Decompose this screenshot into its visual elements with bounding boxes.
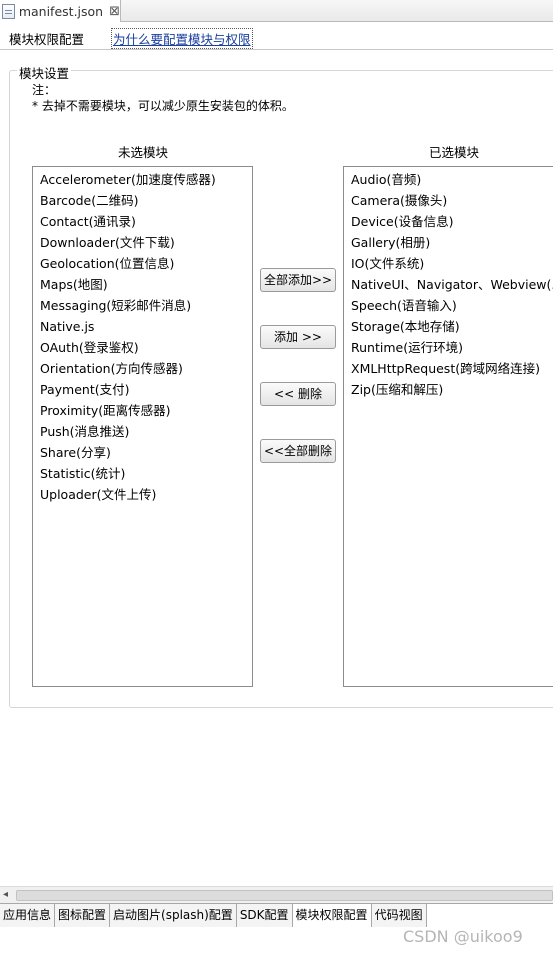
note-label: 注： bbox=[32, 83, 57, 97]
unselected-module-item[interactable]: Accelerometer(加速度传感器) bbox=[33, 169, 252, 190]
unselected-module-item[interactable]: Contact(通讯录) bbox=[33, 211, 252, 232]
page-header: 模块权限配置 为什么要配置模块与权限 bbox=[0, 22, 553, 50]
unselected-module-item[interactable]: Uploader(文件上传) bbox=[33, 484, 252, 505]
unselected-module-item[interactable]: Proximity(距离传感器) bbox=[33, 400, 252, 421]
add-all-button[interactable]: 全部添加>> bbox=[260, 268, 336, 292]
file-icon bbox=[2, 3, 15, 19]
selected-module-item[interactable]: Speech(语音输入) bbox=[344, 295, 553, 316]
selected-module-item[interactable]: Zip(压缩和解压) bbox=[344, 379, 553, 400]
selected-module-item[interactable]: Device(设备信息) bbox=[344, 211, 553, 232]
group-title: 模块设置 bbox=[17, 63, 72, 82]
editor-tab-bar: manifest.json ⊠ bbox=[0, 0, 553, 22]
selected-module-item[interactable]: IO(文件系统) bbox=[344, 253, 553, 274]
scroll-left-icon[interactable]: ◂ bbox=[3, 889, 8, 900]
file-tab-manifest[interactable]: manifest.json ⊠ bbox=[0, 0, 121, 22]
horizontal-scrollbar[interactable]: ◂ bbox=[0, 886, 553, 903]
selected-module-item[interactable]: Runtime(运行环境) bbox=[344, 337, 553, 358]
unselected-module-item[interactable]: Native.js bbox=[33, 316, 252, 337]
bottom-tab[interactable]: 图标配置 bbox=[55, 904, 111, 927]
editor-page-tabs: 应用信息 图标配置 启动图片(splash)配置 SDK配置 模块权限配置 代码视图 bbox=[0, 903, 553, 927]
remove-all-button[interactable]: <<全部删除 bbox=[260, 439, 336, 463]
unselected-module-item[interactable]: Payment(支付) bbox=[33, 379, 252, 400]
unselected-module-item[interactable]: Push(消息推送) bbox=[33, 421, 252, 442]
unselected-module-item[interactable]: Messaging(短彩邮件消息) bbox=[33, 295, 252, 316]
unselected-module-item[interactable]: Share(分享) bbox=[33, 442, 252, 463]
selected-module-item[interactable]: Gallery(相册) bbox=[344, 232, 553, 253]
unselected-module-item[interactable]: Barcode(二维码) bbox=[33, 190, 252, 211]
file-tab-name: manifest.json bbox=[18, 3, 104, 19]
watermark: CSDN @uikoo9 bbox=[403, 927, 523, 946]
note-text: * 去掉不需要模块，可以减少原生安装包的体积。 bbox=[32, 99, 294, 113]
bottom-tab[interactable]: 模块权限配置 bbox=[292, 904, 372, 927]
selected-module-item[interactable]: Camera(摄像头) bbox=[344, 190, 553, 211]
unselected-module-item[interactable]: Statistic(统计) bbox=[33, 463, 252, 484]
bottom-tab[interactable]: 代码视图 bbox=[371, 904, 427, 927]
unselected-module-item[interactable]: OAuth(登录鉴权) bbox=[33, 337, 252, 358]
unselected-module-item[interactable]: Downloader(文件下载) bbox=[33, 232, 252, 253]
bottom-tab[interactable]: SDK配置 bbox=[236, 904, 293, 927]
selected-module-item[interactable]: NativeUI、Navigator、Webview(... bbox=[344, 274, 553, 295]
unselected-module-item[interactable]: Orientation(方向传感器) bbox=[33, 358, 252, 379]
bottom-tab[interactable]: 启动图片(splash)配置 bbox=[110, 904, 237, 927]
selected-module-item[interactable]: Storage(本地存储) bbox=[344, 316, 553, 337]
add-button[interactable]: 添加 >> bbox=[260, 325, 336, 349]
unselected-modules-label: 未选模块 bbox=[118, 145, 169, 160]
bottom-tab[interactable]: 应用信息 bbox=[0, 904, 56, 927]
unselected-module-item[interactable]: Maps(地图) bbox=[33, 274, 252, 295]
remove-button[interactable]: << 删除 bbox=[260, 382, 336, 406]
scrollbar-thumb[interactable] bbox=[16, 890, 553, 901]
selected-modules-list[interactable]: Audio(音频) Camera(摄像头) Device(设备信息) Gallery(… bbox=[343, 166, 553, 687]
selected-modules-label: 已选模块 bbox=[429, 145, 480, 160]
unselected-modules-list[interactable]: Accelerometer(加速度传感器) Barcode(二维码) Contact… bbox=[32, 166, 253, 687]
unselected-module-item[interactable]: Geolocation(位置信息) bbox=[33, 253, 252, 274]
selected-module-item[interactable]: Audio(音频) bbox=[344, 169, 553, 190]
page-title: 模块权限配置 bbox=[9, 32, 85, 47]
help-link[interactable]: 为什么要配置模块与权限 bbox=[111, 28, 253, 49]
close-icon[interactable]: ⊠ bbox=[109, 4, 120, 19]
selected-module-item[interactable]: XMLHttpRequest(跨域网络连接) bbox=[344, 358, 553, 379]
